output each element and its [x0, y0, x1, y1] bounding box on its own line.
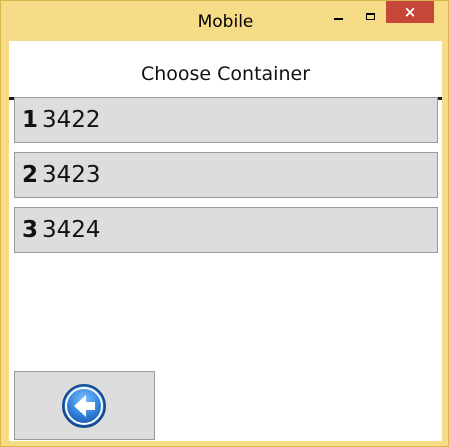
back-arrow-icon: [62, 384, 106, 428]
list-item[interactable]: 1 3422: [14, 97, 438, 143]
maximize-icon: [365, 12, 375, 20]
list-item[interactable]: 2 3423: [14, 152, 438, 198]
list-item-number: 3423: [42, 162, 101, 188]
page-title: Choose Container: [140, 63, 311, 85]
close-button[interactable]: ×: [386, 1, 434, 23]
page-header: Choose Container: [9, 41, 442, 97]
maximize-button[interactable]: [357, 1, 383, 31]
list-item-index: 1: [22, 107, 39, 133]
close-icon: ×: [403, 3, 417, 21]
back-button[interactable]: [14, 371, 155, 440]
list-item-index: 2: [22, 162, 39, 188]
list-item-index: 3: [22, 217, 39, 243]
list-item[interactable]: 3 3424: [14, 207, 438, 253]
title-bar: Mobile ×: [1, 1, 448, 41]
minimize-button[interactable]: [325, 1, 351, 31]
list-item-number: 3424: [42, 217, 101, 243]
minimize-icon: [333, 18, 343, 20]
list-item-number: 3422: [42, 107, 101, 133]
app-window: Mobile × Choose Container 1 3422 2 3423 …: [0, 0, 449, 447]
